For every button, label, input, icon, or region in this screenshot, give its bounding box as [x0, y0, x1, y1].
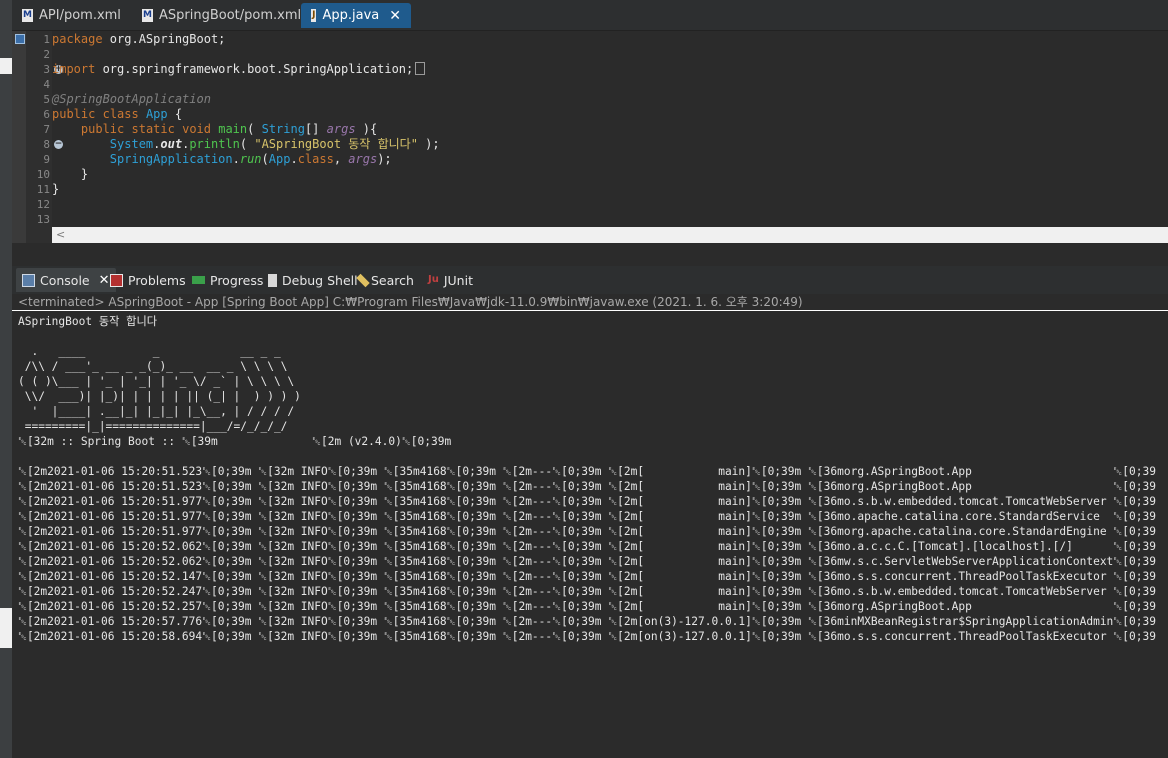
code-line: System.out.println( "ASpringBoot 동작 합니다"…	[109, 137, 440, 151]
code-line: }	[52, 182, 60, 196]
line-number: 13	[36, 213, 50, 226]
console-line: ␛[2m2021-01-06 15:20:52.247␛[0;39m ␛[32m…	[18, 585, 1156, 598]
line-number: 9	[43, 153, 50, 166]
editor-tab-bar: M API/pom.xml M ASpringBoot/pom.xml J Ap…	[12, 0, 1168, 31]
collapsed-import-marker	[415, 62, 426, 75]
line-number: 8	[43, 138, 50, 151]
code-line: package org.ASpringBoot;	[52, 32, 226, 46]
tab-label: App.java	[322, 8, 380, 23]
debug-shell-icon	[268, 273, 277, 287]
line-number: 6	[43, 108, 50, 121]
console-line: =========|_|==============|___/=/_/_/_/	[18, 420, 288, 433]
code-text-area[interactable]: package org.ASpringBoot; import org.spri…	[52, 31, 1168, 243]
line-number: 11	[36, 183, 50, 196]
console-line: ␛[32m :: Spring Boot :: ␛[39m ␛[2m (v2.4…	[18, 435, 452, 448]
problems-icon	[110, 273, 123, 287]
tab-console[interactable]: Console ✕	[16, 268, 116, 292]
tab-app-java[interactable]: J App.java ✕	[301, 3, 411, 28]
left-panel-marker	[0, 58, 12, 74]
tab-api-pom[interactable]: M API/pom.xml	[12, 3, 131, 28]
console-line: . ____ _ __ _ _	[18, 345, 281, 358]
tab-label: Problems	[128, 272, 186, 288]
console-line: ␛[2m2021-01-06 15:20:58.694␛[0;39m ␛[32m…	[18, 630, 1156, 643]
line-number: 2	[43, 48, 50, 61]
tab-debug-shell[interactable]: Debug Shell	[268, 268, 358, 292]
line-number: 4	[43, 78, 50, 91]
tab-label: ASpringBoot/pom.xml	[159, 8, 302, 23]
code-line: import org.springframework.boot.SpringAp…	[52, 62, 426, 77]
code-line: @SpringBootApplication	[52, 92, 211, 106]
console-line: ␛[2m2021-01-06 15:20:51.523␛[0;39m ␛[32m…	[18, 480, 1156, 493]
close-icon[interactable]: ✕	[99, 273, 110, 288]
console-line: ␛[2m2021-01-06 15:20:52.062␛[0;39m ␛[32m…	[18, 540, 1156, 553]
line-number: 12	[36, 198, 50, 211]
code-line: public static void main( String[] args )…	[80, 122, 378, 136]
console-line: ␛[2m2021-01-06 15:20:57.776␛[0;39m ␛[32m…	[18, 615, 1156, 628]
line-number: 3	[43, 63, 50, 76]
progress-icon	[192, 276, 205, 284]
tab-aspringboot-pom[interactable]: M ASpringBoot/pom.xml	[132, 3, 311, 28]
junit-icon: Ju	[428, 273, 439, 285]
scroll-left-icon[interactable]: <	[56, 227, 65, 243]
tab-problems[interactable]: Problems	[110, 268, 186, 292]
left-panel-marker	[0, 608, 12, 648]
console-line: \\/ ___)| |_)| | | | | || (_| | ) ) ) )	[18, 390, 301, 403]
console-status-line: <terminated> ASpringBoot - App [Spring B…	[12, 294, 1168, 311]
search-icon	[356, 273, 370, 287]
line-number: 10	[36, 168, 50, 181]
view-tab-bar: Console ✕ Problems Progress Debug Shell …	[12, 266, 1168, 294]
horizontal-scrollbar[interactable]: <	[52, 227, 1168, 243]
console-line: ␛[2m2021-01-06 15:20:51.977␛[0;39m ␛[32m…	[18, 510, 1156, 523]
xml-file-icon: M	[142, 9, 153, 22]
xml-file-icon: M	[22, 9, 33, 22]
line-number: 7	[43, 123, 50, 136]
code-editor[interactable]: 1 2 3 + 4 5 6 7 8 − 9 10 11 12 13 packag…	[12, 31, 1168, 243]
console-output[interactable]: ASpringBoot 동작 합니다 . ____ _ __ _ _ /\\ /…	[12, 312, 1168, 758]
code-line: SpringApplication.run(App.class, args);	[109, 152, 392, 166]
tab-label: Search	[371, 272, 414, 288]
console-line: ␛[2m2021-01-06 15:20:51.523␛[0;39m ␛[32m…	[18, 465, 1156, 478]
tab-label: Progress	[210, 272, 264, 288]
tab-label: Debug Shell	[282, 272, 358, 288]
close-icon[interactable]: ✕	[389, 8, 401, 24]
line-number-gutter: 1 2 3 + 4 5 6 7 8 − 9 10 11 12 13	[26, 31, 63, 243]
console-line: ␛[2m2021-01-06 15:20:52.257␛[0;39m ␛[32m…	[18, 600, 1156, 613]
console-line: ␛[2m2021-01-06 15:20:52.062␛[0;39m ␛[32m…	[18, 555, 1156, 568]
console-icon	[22, 273, 35, 287]
line-number: 5	[43, 93, 50, 106]
tab-search[interactable]: Search	[356, 268, 414, 292]
console-line: /\\ / ___'_ __ _ _(_)_ __ __ _ \ \ \ \	[18, 360, 288, 373]
console-line: ␛[2m2021-01-06 15:20:52.147␛[0;39m ␛[32m…	[18, 570, 1156, 583]
tab-progress[interactable]: Progress	[192, 268, 263, 292]
tab-label: API/pom.xml	[39, 8, 121, 23]
java-file-icon: J	[311, 9, 317, 22]
console-line: ␛[2m2021-01-06 15:20:51.977␛[0;39m ␛[32m…	[18, 525, 1156, 538]
console-line: ' |____| .__|_| |_|_| |_\__, | / / / /	[18, 405, 295, 418]
code-line: public class App {	[52, 107, 183, 121]
tab-junit[interactable]: Ju JUnit	[428, 268, 473, 292]
left-panel-edge	[0, 0, 12, 758]
tab-label: JUnit	[443, 272, 473, 288]
console-process-label: <terminated> ASpringBoot - App [Spring B…	[18, 295, 803, 309]
console-line: ASpringBoot 동작 합니다	[18, 315, 158, 328]
code-line: }	[52, 167, 89, 181]
line-number: 1	[43, 33, 50, 46]
console-line: ␛[2m2021-01-06 15:20:51.977␛[0;39m ␛[32m…	[18, 495, 1156, 508]
tab-label: Console	[40, 272, 90, 288]
console-line: ( ( )\___ | '_ | '_| | '_ \/ _` | \ \ \ …	[18, 375, 295, 388]
